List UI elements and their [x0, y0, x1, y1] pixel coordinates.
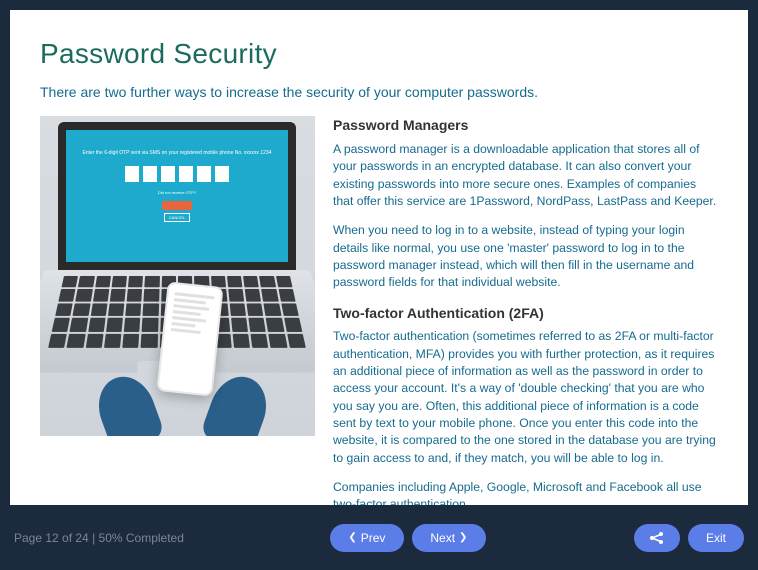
otp-resend-text: Did not receive OTP? — [158, 190, 196, 195]
share-icon — [649, 531, 665, 545]
next-label: Next — [430, 531, 455, 545]
2fa-para-2: Companies including Apple, Google, Micro… — [333, 479, 718, 505]
main-layout: Enter the 6-digit OTP sent via SMS on yo… — [40, 116, 718, 505]
password-managers-para-2: When you need to log in to a website, in… — [333, 222, 718, 291]
prev-label: Prev — [361, 531, 386, 545]
content-panel: Password Security There are two further … — [10, 10, 748, 505]
exit-label: Exit — [706, 531, 726, 545]
prev-button[interactable]: ❮ Prev — [330, 524, 404, 552]
chevron-right-icon: ❯ — [459, 532, 467, 543]
intro-text: There are two further ways to increase t… — [40, 84, 718, 100]
password-managers-para-1: A password manager is a downloadable app… — [333, 141, 718, 210]
laptop-2fa-illustration: Enter the 6-digit OTP sent via SMS on yo… — [40, 116, 315, 436]
next-button[interactable]: Next ❯ — [412, 524, 486, 552]
otp-cancel-link: CANCEL — [164, 213, 190, 222]
2fa-heading: Two-factor Authentication (2FA) — [333, 304, 718, 324]
exit-button[interactable]: Exit — [688, 524, 744, 552]
otp-prompt-text: Enter the 6-digit OTP sent via SMS on yo… — [83, 150, 272, 156]
share-button[interactable] — [634, 524, 680, 552]
2fa-para-1: Two-factor authentication (sometimes ref… — [333, 328, 718, 467]
password-managers-heading: Password Managers — [333, 116, 718, 136]
otp-submit-button — [162, 201, 192, 210]
page-title: Password Security — [40, 38, 718, 70]
page-status: Page 12 of 24 | 50% Completed — [14, 531, 184, 545]
text-column: Password Managers A password manager is … — [333, 116, 718, 505]
footer-bar: Page 12 of 24 | 50% Completed ❮ Prev Nex… — [0, 515, 758, 560]
image-column: Enter the 6-digit OTP sent via SMS on yo… — [40, 116, 315, 505]
chevron-left-icon: ❮ — [348, 532, 356, 543]
